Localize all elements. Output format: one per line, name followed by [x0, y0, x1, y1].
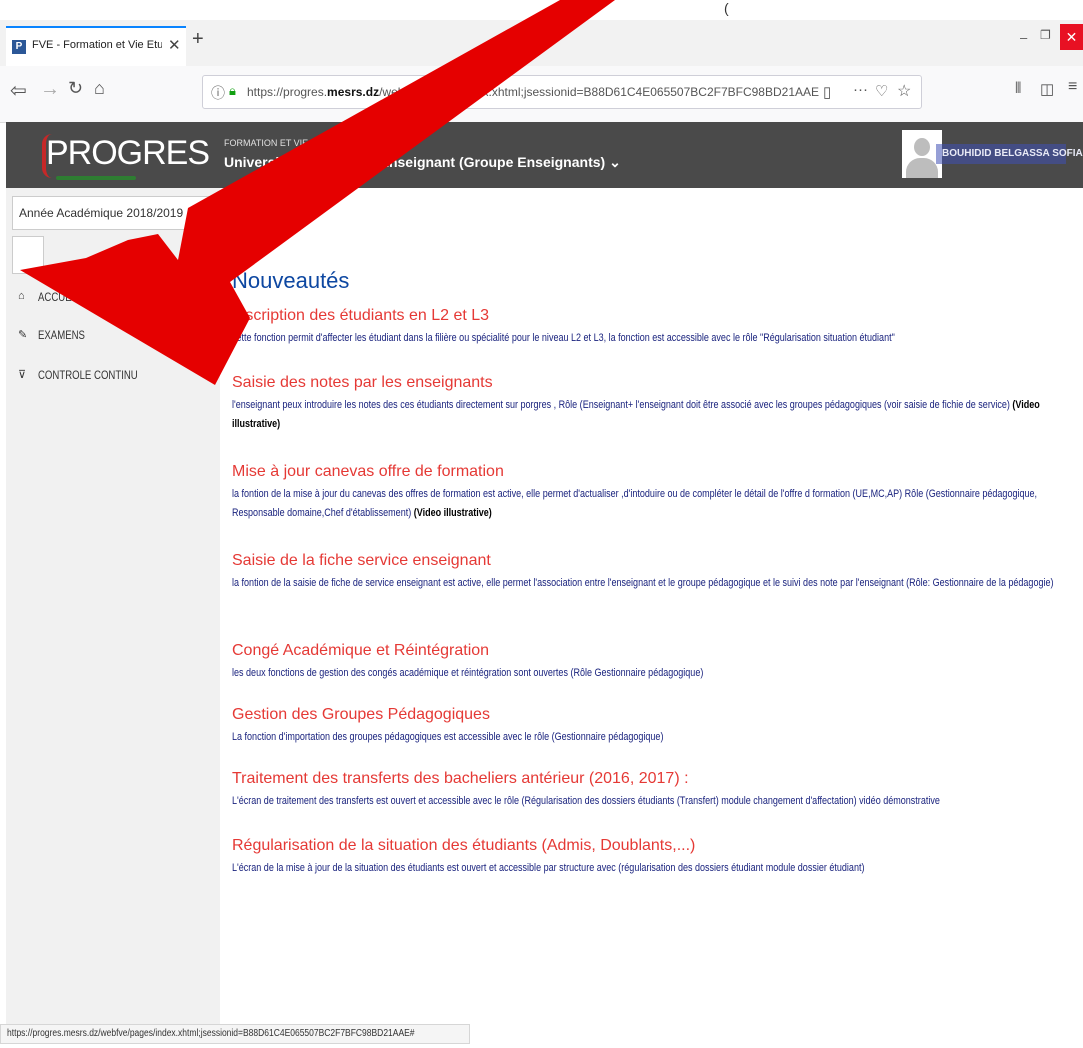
favicon-icon: P — [12, 40, 26, 54]
new-tab-button[interactable]: + — [192, 28, 204, 51]
header-subtitle: FORMATION ET VIE ETUDIANTE — [224, 138, 362, 148]
home-icon[interactable]: ⌂ — [94, 78, 105, 99]
sidebar-item-examens[interactable]: ✎ EXAMENS — [16, 324, 216, 350]
user-name[interactable]: BOUHIDID BELGASSA SOFIANE — [942, 148, 1083, 159]
page-title: Nouveautés — [232, 268, 350, 293]
status-url: https://progres.mesrs.dz/webfve/pages/in… — [7, 1028, 415, 1039]
browser-nav-bar: ⇦ → ↻ ⌂ ⓘ 🔒︎ https://progres.mesrs.dz/we… — [0, 66, 1083, 123]
university-dropdown[interactable]: Université de Guelma - Enseignant (Group… — [224, 154, 621, 171]
window-close-icon[interactable]: ✕ — [1060, 24, 1083, 50]
news-item: Saisie des notes par les enseignants l'e… — [232, 373, 1077, 434]
sidebar-icon[interactable]: ◫ — [1040, 80, 1054, 98]
academic-year-select[interactable]: Année Académique 2018/2019 ▼ — [12, 196, 214, 230]
news-item: Saisie de la fiche service enseignant la… — [232, 551, 1077, 593]
news-body: les deux fonctions de gestion des congés… — [232, 667, 704, 679]
video-link[interactable]: (Video illustrative) — [414, 507, 492, 519]
sidebar: Année Académique 2018/2019 ▼ ⌂ ACCUEIL ✎… — [6, 188, 220, 1024]
news-body: cette fonction permit d'affecter les étu… — [232, 332, 895, 344]
news-item: Mise à jour canevas offre de formation l… — [232, 462, 1077, 523]
news-body: la fontion de la saisie de fiche de serv… — [232, 577, 1054, 589]
news-body: La fonction d'importation des groupes pé… — [232, 731, 664, 743]
news-title[interactable]: Mise à jour canevas offre de formation — [232, 462, 1077, 482]
news-title[interactable]: Inscription des étudiants en L2 et L3 — [232, 306, 1077, 326]
news-item: Gestion des Groupes Pédagogiques La fonc… — [232, 705, 1077, 747]
sidebar-item-label: CONTROLE CONTINU — [38, 368, 138, 382]
academic-year-value: Année Académique 2018/2019 — [19, 206, 184, 220]
news-title[interactable]: Gestion des Groupes Pédagogiques — [232, 705, 1077, 725]
news-body: l'enseignant peux introduire les notes d… — [232, 399, 1040, 430]
cursor-mark: ( — [724, 0, 729, 16]
sidebar-toggle-box[interactable] — [12, 236, 44, 274]
news-title[interactable]: Congé Académique et Réintégration — [232, 641, 1077, 661]
news-body: L'écran de traitement des transferts est… — [232, 795, 940, 807]
news-item: Congé Académique et Réintégration les de… — [232, 641, 1077, 683]
sidebar-item-label: ACCUEIL — [38, 290, 80, 304]
news-item: Régularisation de la situation des étudi… — [232, 836, 1077, 878]
reader-icon[interactable]: ▯ — [823, 83, 831, 101]
news-item: Traitement des transferts des bacheliers… — [232, 769, 1077, 811]
news-title[interactable]: Saisie de la fiche service enseignant — [232, 551, 1077, 571]
news-body: la fontion de la mise à jour du canevas … — [232, 488, 1038, 519]
news-body: L'écran de la mise à jour de la situatio… — [232, 862, 865, 874]
bookmark-star-icon[interactable]: ☆ — [897, 81, 911, 101]
news-item: Inscription des étudiants en L2 et L3 ce… — [232, 306, 1077, 348]
news-title[interactable]: Saisie des notes par les enseignants — [232, 373, 1077, 393]
news-title[interactable]: Traitement des transferts des bacheliers… — [232, 769, 1077, 789]
more-icon[interactable]: ··· — [853, 81, 868, 98]
chevron-down-icon: ▼ — [199, 206, 209, 217]
lock-icon: 🔒︎ — [229, 83, 236, 98]
maximize-icon[interactable]: ❐ — [1040, 28, 1051, 42]
sidebar-item-controle-continu[interactable]: ⊽ CONTROLE CONTINU — [16, 364, 216, 390]
info-icon[interactable]: ⓘ — [211, 83, 225, 103]
tab-title: FVE - Formation et Vie Etudiant — [32, 39, 162, 51]
browser-tab-bar: P FVE - Formation et Vie Etudiant ✕ + — [0, 20, 1083, 66]
logo-underline — [56, 176, 136, 180]
back-icon[interactable]: ⇦ — [10, 78, 27, 103]
url-text[interactable]: https://progres.mesrs.dz/webfve/pages/in… — [247, 85, 819, 99]
hamburger-icon[interactable] — [236, 210, 250, 222]
sidebar-item-label: EXAMENS — [38, 328, 85, 342]
progres-logo[interactable]: PROGRES — [46, 134, 210, 173]
minimize-icon[interactable]: – — [1020, 30, 1027, 45]
pocket-icon[interactable]: ♡ — [875, 82, 888, 100]
reload-icon[interactable]: ↻ — [68, 78, 83, 99]
filter-icon: ⊽ — [18, 369, 27, 381]
url-bar[interactable]: ⓘ 🔒︎ https://progres.mesrs.dz/webfve/pag… — [202, 75, 922, 109]
pencil-icon: ✎ — [18, 329, 28, 341]
forward-icon[interactable]: → — [40, 78, 60, 101]
close-tab-icon[interactable]: ✕ — [168, 36, 181, 54]
sidebar-item-accueil[interactable]: ⌂ ACCUEIL — [16, 286, 216, 312]
library-icon[interactable]: ⫴ — [1015, 80, 1021, 97]
menu-icon[interactable]: ≡ — [1068, 78, 1077, 96]
browser-tab[interactable]: P FVE - Formation et Vie Etudiant ✕ — [6, 26, 186, 66]
home-icon: ⌂ — [18, 290, 25, 302]
news-title[interactable]: Régularisation de la situation des étudi… — [232, 836, 1077, 856]
app-header: PROGRES FORMATION ET VIE ETUDIANTE Unive… — [6, 122, 1083, 188]
status-bar: https://progres.mesrs.dz/webfve/pages/in… — [0, 1024, 470, 1044]
